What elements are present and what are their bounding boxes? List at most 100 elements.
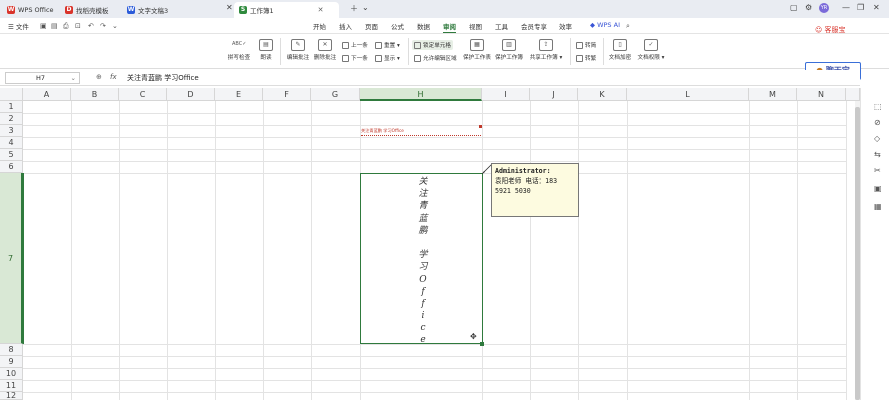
- row-header-3[interactable]: 3: [0, 125, 23, 137]
- export-pdf-icon[interactable]: ▤: [51, 22, 58, 30]
- simplify-button[interactable]: 转简: [576, 41, 596, 49]
- cell-h3[interactable]: 关注青蓝鹏 学习Office: [361, 126, 481, 136]
- row-header-7[interactable]: 7: [0, 173, 23, 344]
- menu-home[interactable]: 开始: [313, 21, 326, 31]
- doc-encrypt-button[interactable]: ▯ 文档加密: [607, 39, 633, 61]
- row-header-10[interactable]: 10: [0, 368, 23, 380]
- column-header-g[interactable]: G: [311, 88, 360, 101]
- column-header-n[interactable]: N: [797, 88, 846, 101]
- close-window-icon[interactable]: ✕: [873, 3, 880, 12]
- name-box[interactable]: H7 ⌄: [5, 72, 80, 84]
- save-icon[interactable]: ▣: [40, 22, 47, 30]
- row-header-8[interactable]: 8: [0, 344, 23, 356]
- column-header-b[interactable]: B: [71, 88, 119, 101]
- vertical-scrollbar[interactable]: [855, 101, 860, 400]
- data-icon[interactable]: ▦: [874, 202, 882, 211]
- settings-icon[interactable]: ⚙: [805, 3, 812, 12]
- row-header-9[interactable]: 9: [0, 356, 23, 368]
- edit-comment-button[interactable]: ✎ 编辑批注: [286, 39, 310, 61]
- column-header-f[interactable]: F: [263, 88, 311, 101]
- print-icon[interactable]: ⎙: [63, 22, 69, 31]
- spreadsheet-grid[interactable]: A B C D E F G H I J K L M N 1 2 3 4 5 6 …: [0, 88, 860, 400]
- menu-tools[interactable]: 工具: [495, 21, 508, 31]
- delete-comment-label: 删除批注: [313, 55, 337, 61]
- column-header-c[interactable]: C: [119, 88, 167, 101]
- row-header-11[interactable]: 11: [0, 380, 23, 392]
- compare-icon[interactable]: ⇆: [874, 150, 881, 159]
- menu-review[interactable]: 审阅: [443, 21, 456, 33]
- undo-icon[interactable]: ↶: [88, 22, 94, 30]
- print-preview-icon[interactable]: ⊡: [75, 22, 81, 30]
- restore-icon[interactable]: ❐: [857, 3, 864, 12]
- share-workbook-button[interactable]: ⇪ 共享工作簿 ▾: [528, 39, 564, 61]
- column-header-e[interactable]: E: [215, 88, 263, 101]
- spellcheck-button[interactable]: ABC✓ 拼写检查: [226, 39, 252, 61]
- chevron-down-icon[interactable]: ⌄: [362, 3, 369, 12]
- add-tab-icon[interactable]: ＋: [350, 3, 358, 14]
- column-header-h[interactable]: H: [360, 88, 482, 101]
- row-header-1[interactable]: 1: [0, 101, 23, 113]
- doc-permission-button[interactable]: ✓ 文档权限 ▾: [636, 39, 666, 61]
- fx-icon[interactable]: fx: [110, 73, 117, 81]
- select-icon[interactable]: ⬚: [874, 102, 882, 111]
- next-comment-button[interactable]: 下一条: [342, 54, 368, 62]
- column-header-j[interactable]: J: [530, 88, 578, 101]
- simplify-label: 转简: [585, 43, 597, 49]
- close-icon[interactable]: ✕: [226, 3, 233, 12]
- tab-workbook[interactable]: S 工作簿1 ✕: [234, 2, 339, 18]
- window-layout-icon[interactable]: ▢: [790, 3, 798, 12]
- show-button[interactable]: 显示 ▾: [375, 54, 400, 62]
- comment-box[interactable]: Administrator: 袁阳老师 电话：183 5921 5030: [491, 163, 579, 217]
- protect-sheet-button[interactable]: ▦ 保护工作表: [462, 39, 492, 61]
- file-menu[interactable]: ☰ 文件: [8, 21, 29, 31]
- delete-comment-button[interactable]: ✕ 删除批注: [313, 39, 337, 61]
- row-header-5[interactable]: 5: [0, 149, 23, 161]
- chevron-down-icon[interactable]: ⌄: [112, 22, 118, 30]
- row-header-2[interactable]: 2: [0, 113, 23, 125]
- row-header-4[interactable]: 4: [0, 137, 23, 149]
- column-header-l[interactable]: L: [627, 88, 749, 101]
- cell-h7[interactable]: 关注青蓝鹏学习Office ✥: [360, 173, 483, 345]
- row-header-6[interactable]: 6: [0, 161, 23, 173]
- column-header-k[interactable]: K: [578, 88, 627, 101]
- menu-page[interactable]: 页面: [365, 21, 378, 31]
- reset-button[interactable]: 重置 ▾: [375, 41, 400, 49]
- fill-handle[interactable]: [480, 342, 484, 346]
- row-header-12[interactable]: 12: [0, 392, 23, 400]
- read-aloud-button[interactable]: ▤ 朗读: [258, 39, 274, 61]
- menu-view[interactable]: 视图: [469, 21, 482, 31]
- menu-formula[interactable]: 公式: [391, 21, 404, 31]
- scrollbar-thumb[interactable]: [855, 107, 860, 400]
- image-icon[interactable]: ▣: [874, 184, 882, 193]
- column-header-i[interactable]: I: [482, 88, 530, 101]
- tab-writer[interactable]: W 文字文稿3: [122, 2, 173, 18]
- menu-member[interactable]: 会员专享: [521, 21, 547, 31]
- close-icon[interactable]: ✕: [318, 6, 324, 14]
- tab-wps-office[interactable]: W WPS Office: [2, 2, 59, 18]
- wps-ai-button[interactable]: ◆ WPS AI: [590, 21, 620, 29]
- shape-icon[interactable]: ◇: [874, 134, 880, 143]
- column-header-d[interactable]: D: [167, 88, 215, 101]
- minimize-icon[interactable]: —: [842, 3, 850, 12]
- wps-ai-label: WPS AI: [597, 21, 620, 29]
- tab-docer[interactable]: D 找稻壳模板: [60, 2, 114, 18]
- column-header-m[interactable]: M: [749, 88, 797, 101]
- formula-input[interactable]: 关注青蓝鹏 学习Office: [127, 73, 199, 83]
- menu-efficiency[interactable]: 效率: [559, 21, 572, 31]
- search-icon[interactable]: ⌕: [626, 22, 630, 31]
- lock-cell-button[interactable]: 锁定单元格: [412, 40, 453, 50]
- column-header-a[interactable]: A: [23, 88, 71, 101]
- prev-comment-button[interactable]: 上一条: [342, 41, 368, 49]
- traditional-button[interactable]: 转繁: [576, 54, 596, 62]
- menu-data[interactable]: 数据: [417, 21, 430, 31]
- avatar[interactable]: YR: [819, 3, 829, 13]
- redo-icon[interactable]: ↷: [100, 22, 106, 30]
- allow-edit-area-button[interactable]: 允许编辑区域: [414, 54, 457, 62]
- zoom-icon[interactable]: ⊕: [96, 73, 102, 81]
- select-all-corner[interactable]: [0, 88, 23, 101]
- menu-insert[interactable]: 插入: [339, 21, 352, 31]
- tools-icon[interactable]: ✂: [874, 166, 881, 175]
- protect-workbook-button[interactable]: ▥ 保护工作簿: [494, 39, 524, 61]
- chevron-down-icon[interactable]: ⌄: [71, 74, 76, 82]
- filter-icon[interactable]: ⊘: [874, 118, 881, 127]
